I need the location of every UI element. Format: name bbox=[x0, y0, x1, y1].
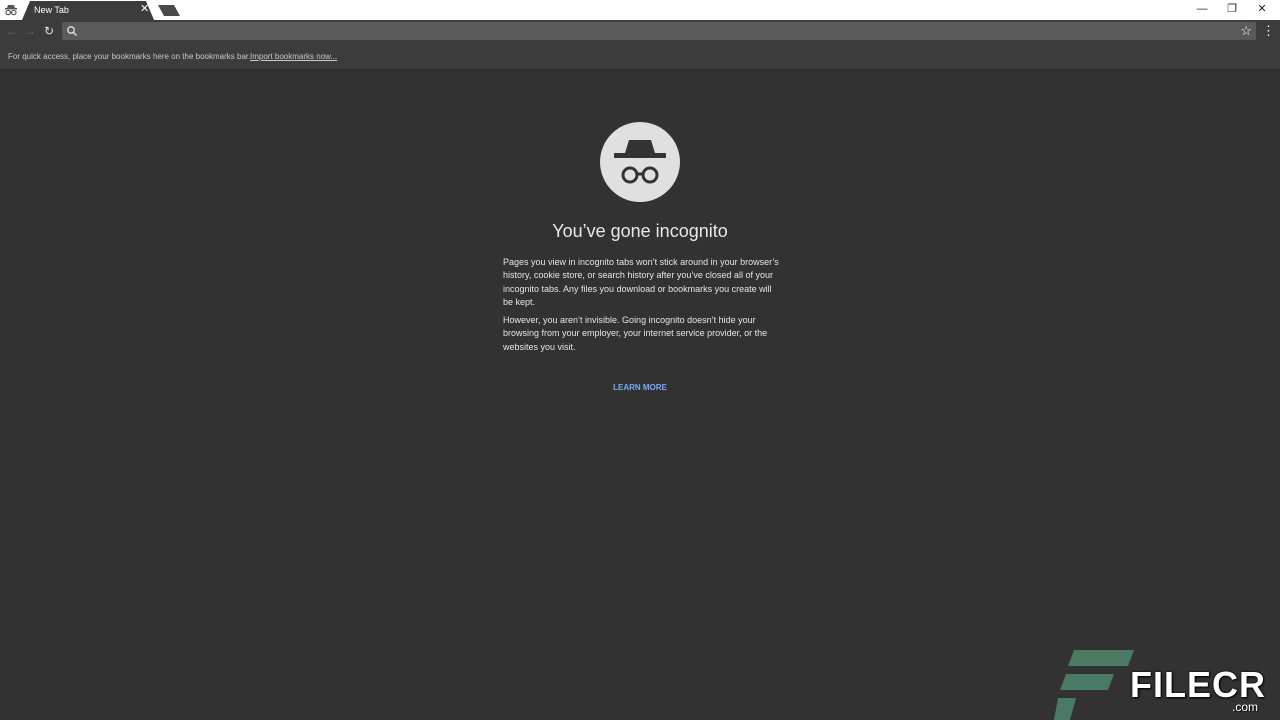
import-bookmarks-link[interactable]: Import bookmarks now... bbox=[250, 52, 337, 61]
address-input[interactable] bbox=[84, 22, 1224, 40]
toolbar: ← → ↻ ☆ ⋮ bbox=[0, 20, 1280, 42]
back-icon[interactable]: ← bbox=[4, 23, 20, 39]
page-title: You’ve gone incognito bbox=[552, 221, 728, 241]
close-tab-icon[interactable]: ✕ bbox=[140, 4, 149, 15]
omnibox[interactable]: ☆ bbox=[62, 22, 1256, 40]
star-icon[interactable]: ☆ bbox=[1240, 23, 1252, 39]
forward-icon[interactable]: → bbox=[22, 23, 38, 39]
new-tab-button[interactable] bbox=[158, 5, 180, 16]
tab-new-tab[interactable]: New Tab ✕ bbox=[22, 1, 154, 20]
bookmarks-hint: For quick access, place your bookmarks h… bbox=[8, 52, 251, 61]
incognito-icon bbox=[600, 122, 680, 202]
intro-paragraph: Pages you view in incognito tabs won’t s… bbox=[503, 257, 779, 308]
incognito-page: You’ve gone incognito Pages you view in … bbox=[0, 70, 1280, 720]
search-icon bbox=[67, 26, 77, 36]
warning-paragraph: However, you aren’t invisible. Going inc… bbox=[503, 315, 768, 352]
restore-button[interactable]: ❐ bbox=[1217, 2, 1247, 16]
tab-title: New Tab bbox=[34, 5, 69, 15]
close-window-button[interactable]: ✕ bbox=[1247, 2, 1277, 16]
bookmarks-bar: For quick access, place your bookmarks h… bbox=[0, 42, 1280, 70]
learn-more-link[interactable]: LEARN MORE bbox=[540, 383, 740, 392]
title-bar: New Tab ✕ — ❐ ✕ bbox=[0, 0, 1280, 20]
incognito-icon bbox=[5, 5, 17, 16]
reload-icon[interactable]: ↻ bbox=[41, 23, 57, 39]
watermark-sub: .com bbox=[1232, 700, 1259, 714]
menu-icon[interactable]: ⋮ bbox=[1262, 23, 1275, 39]
minimize-button[interactable]: — bbox=[1187, 2, 1217, 16]
